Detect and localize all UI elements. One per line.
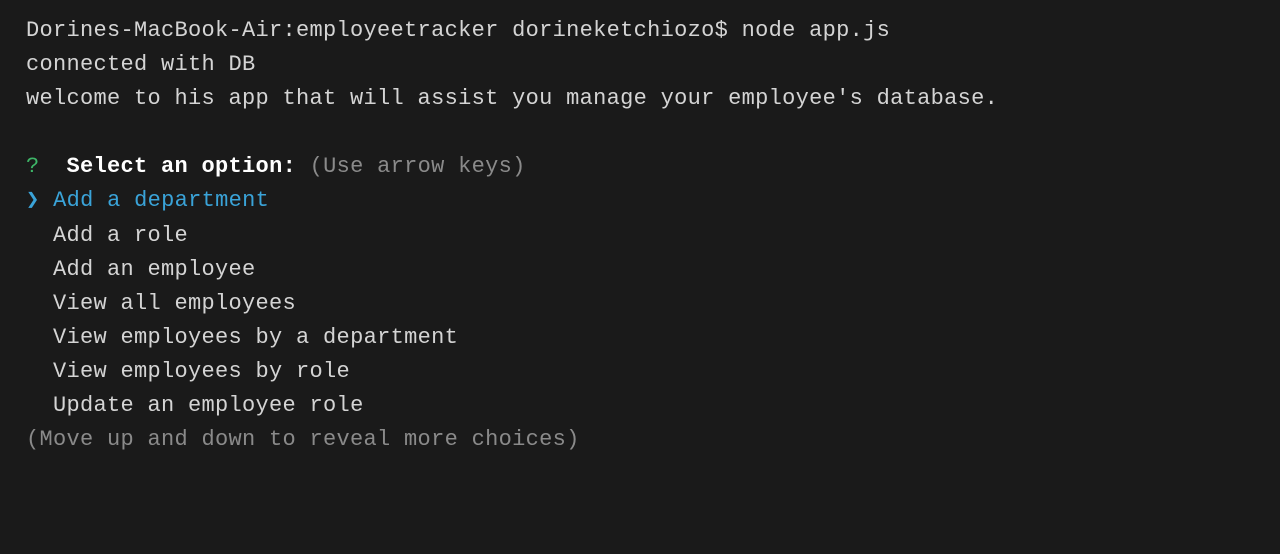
- menu-item-label: View employees by a department: [53, 325, 458, 350]
- menu-item-label: Update an employee role: [53, 393, 364, 418]
- menu-option[interactable]: Add a role: [26, 219, 1254, 253]
- menu-item-label: Add an employee: [53, 257, 256, 282]
- terminal-output[interactable]: Dorines-MacBook-Air:employeetracker dori…: [26, 14, 1254, 457]
- pointer-icon: ❯: [26, 188, 40, 213]
- menu-option[interactable]: Update an employee role: [26, 389, 1254, 423]
- output-line-2: welcome to his app that will assist you …: [26, 82, 1254, 116]
- menu-option-selected[interactable]: ❯ Add a department: [26, 184, 1254, 218]
- command-line: Dorines-MacBook-Air:employeetracker dori…: [26, 14, 1254, 48]
- menu-option[interactable]: Add an employee: [26, 253, 1254, 287]
- menu-item-label: Add a role: [53, 223, 188, 248]
- prompt-label: Select an option:: [67, 154, 297, 179]
- menu-item-label: View employees by role: [53, 359, 350, 384]
- inquirer-prompt: ? Select an option: (Use arrow keys): [26, 150, 1254, 184]
- menu-item-label: Add a department: [53, 188, 269, 213]
- output-line-1: connected with DB: [26, 48, 1254, 82]
- question-mark-icon: ?: [26, 154, 40, 179]
- menu-option[interactable]: View all employees: [26, 287, 1254, 321]
- menu-option[interactable]: View employees by a department: [26, 321, 1254, 355]
- menu-item-label: View all employees: [53, 291, 296, 316]
- blank-line: [26, 116, 1254, 150]
- menu-option[interactable]: View employees by role: [26, 355, 1254, 389]
- prompt-hint: (Use arrow keys): [310, 154, 526, 179]
- footer-hint: (Move up and down to reveal more choices…: [26, 423, 1254, 457]
